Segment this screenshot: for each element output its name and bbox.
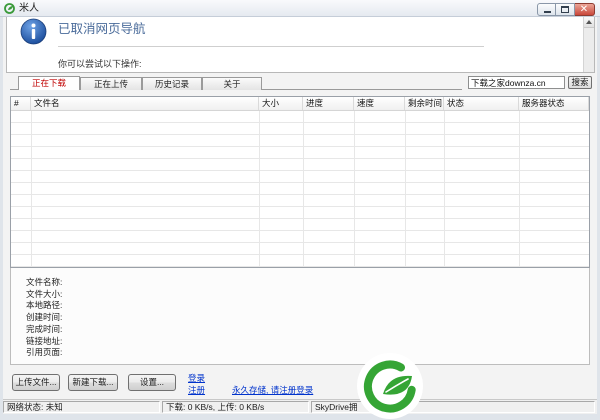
upload-file-button[interactable]: 上传文件... (12, 374, 60, 391)
column-header-filename[interactable]: 文件名 (31, 97, 259, 110)
column-divider (259, 111, 260, 267)
close-button[interactable]: ✕ (575, 3, 595, 16)
column-divider (31, 111, 32, 267)
tab-about[interactable]: 关于 (202, 77, 262, 90)
navigation-cancelled-heading: 已取消网页导航 (58, 22, 146, 36)
tab-downloading[interactable]: 正在下载 (18, 76, 80, 90)
column-divider (444, 111, 445, 267)
new-download-button[interactable]: 新建下载... (68, 374, 118, 391)
permanent-storage-register-link[interactable]: 永久存储, 请注册登录 (232, 385, 313, 395)
list-header: # 文件名 大小 进度 速度 剩余时间 状态 服务器状态 (11, 97, 589, 111)
skydrive-status: SkyDrive拥 (311, 401, 595, 413)
minimize-icon (544, 11, 551, 13)
chevron-up-icon (586, 20, 592, 24)
details-labels: 文件名称: 文件大小: 本地路径: 创建时间: 完成时间: 链接地址: 引用页面… (26, 277, 62, 359)
login-link[interactable]: 登录 (188, 373, 205, 383)
column-header-status[interactable]: 状态 (444, 97, 519, 110)
green-leaf-logo-icon (357, 353, 423, 419)
transfer-speed-status: 下载: 0 KB/s, 上传: 0 KB/s (162, 401, 309, 413)
title-bar[interactable]: 米人 ✕ (0, 0, 600, 17)
settings-button[interactable]: 设置... (128, 374, 176, 391)
column-header-server-status[interactable]: 服务器状态 (519, 97, 589, 110)
detail-label-link-address: 链接地址: (26, 335, 63, 346)
scroll-up-button[interactable] (584, 17, 594, 28)
detail-label-referrer-page: 引用页面: (26, 347, 63, 358)
minimize-button[interactable] (537, 3, 556, 16)
search-button[interactable]: 搜索 (568, 76, 592, 89)
browser-hint-text: 你可以尝试以下操作: (58, 59, 142, 69)
column-divider (354, 111, 355, 267)
column-header-remaining-time[interactable]: 剩余时间 (405, 97, 444, 110)
column-header-index[interactable]: # (11, 97, 31, 110)
divider (58, 46, 484, 47)
tab-uploading[interactable]: 正在上传 (80, 77, 142, 90)
column-header-size[interactable]: 大小 (259, 97, 303, 110)
info-icon (20, 18, 47, 45)
column-divider (519, 111, 520, 267)
file-details-panel: 文件名称: 文件大小: 本地路径: 创建时间: 完成时间: 链接地址: 引用页面… (10, 268, 590, 365)
column-divider (405, 111, 406, 267)
network-status: 网络状态: 未知 (3, 401, 160, 413)
detail-label-created-time: 创建时间: (26, 312, 63, 323)
window-title: 米人 (19, 3, 39, 14)
detail-label-finished-time: 完成时间: (26, 323, 63, 334)
detail-label-local-path: 本地路径: (26, 300, 63, 311)
column-divider (303, 111, 304, 267)
close-icon: ✕ (579, 4, 589, 15)
download-list[interactable]: # 文件名 大小 进度 速度 剩余时间 状态 服务器状态 (10, 96, 590, 268)
browser-pane: 已取消网页导航 你可以尝试以下操作: (6, 17, 595, 73)
detail-label-file-size: 文件大小: (26, 288, 63, 299)
status-bar: 网络状态: 未知 下载: 0 KB/s, 上传: 0 KB/s SkyDrive… (3, 399, 597, 414)
detail-label-file-name: 文件名称: (26, 277, 63, 287)
column-header-speed[interactable]: 速度 (354, 97, 405, 110)
tab-history[interactable]: 历史记录 (142, 77, 202, 90)
list-body[interactable] (11, 111, 589, 267)
app-leaf-icon (4, 3, 15, 14)
maximize-icon (561, 6, 569, 13)
register-link[interactable]: 注册 (188, 385, 205, 395)
search-input[interactable] (468, 76, 565, 89)
maximize-button[interactable] (556, 3, 575, 16)
column-header-progress[interactable]: 进度 (303, 97, 354, 110)
browser-scrollbar[interactable] (583, 17, 594, 72)
